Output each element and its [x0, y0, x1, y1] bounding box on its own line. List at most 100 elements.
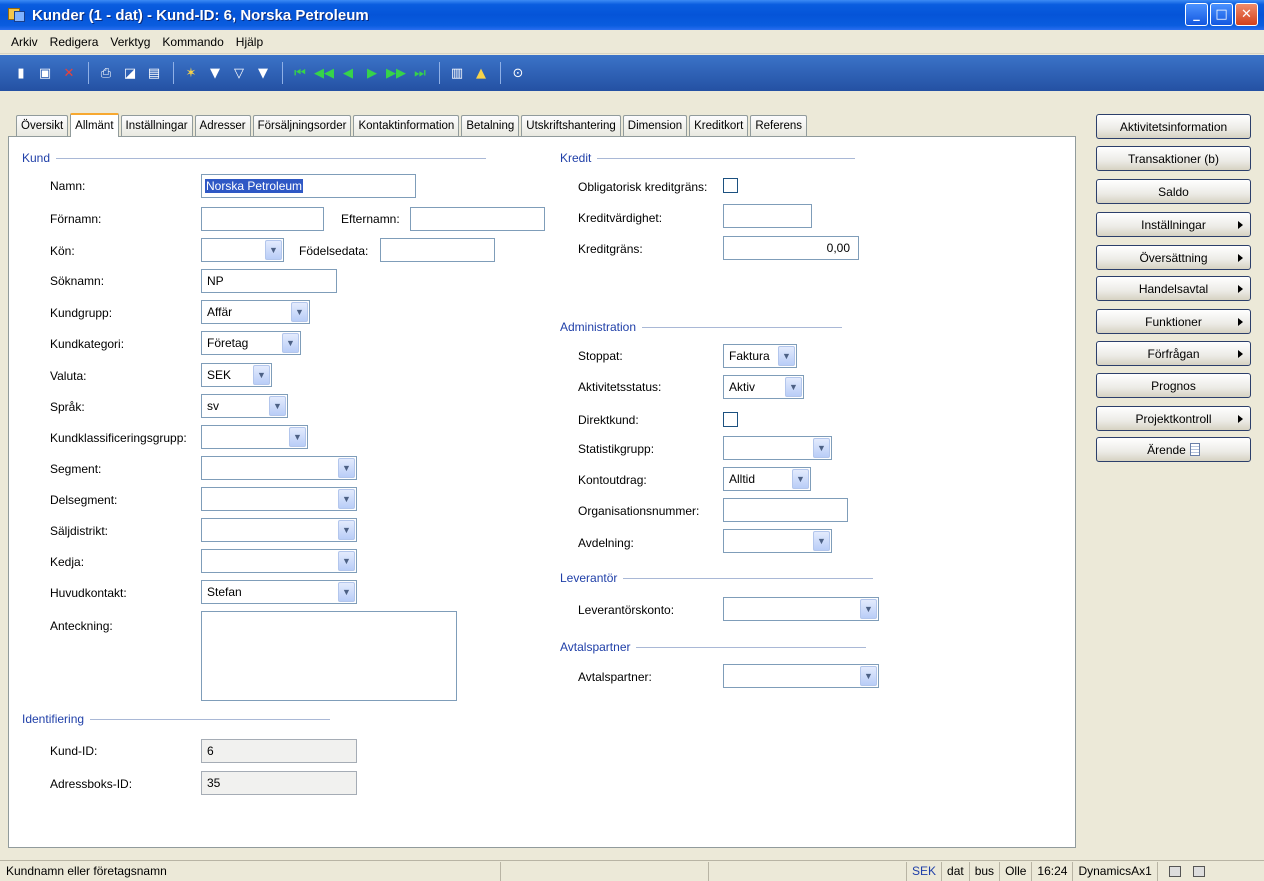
chevron-down-icon[interactable]: ▼ [813, 438, 830, 458]
kreditgrans-field[interactable]: 0,00 [723, 236, 859, 260]
chevron-down-icon[interactable]: ▼ [265, 240, 282, 260]
forfragan-button[interactable]: Förfrågan [1096, 341, 1251, 366]
menu-arkiv[interactable]: Arkiv [5, 35, 44, 49]
database-icon[interactable] [1168, 865, 1181, 877]
tab-referens[interactable]: Referens [750, 115, 807, 136]
help-icon[interactable]: ⊙ [507, 62, 529, 84]
menu-hjalp[interactable]: Hjälp [230, 35, 269, 49]
chevron-down-icon[interactable]: ▼ [860, 666, 877, 686]
remove-filter-icon[interactable]: ▼ [252, 62, 274, 84]
handelsavtal-button[interactable]: Handelsavtal [1096, 276, 1251, 301]
namn-field[interactable]: Norska Petroleum [201, 174, 416, 198]
segment-combo[interactable]: ▼ [201, 456, 357, 480]
print-preview-icon[interactable]: ◪ [119, 62, 141, 84]
chevron-down-icon[interactable]: ▼ [860, 599, 877, 619]
chevron-down-icon[interactable]: ▼ [338, 458, 355, 478]
tab-utskriftshantering[interactable]: Utskriftshantering [521, 115, 621, 136]
kreditvardighet-field[interactable] [723, 204, 812, 228]
group-leverantor: Leverantör [560, 571, 874, 585]
tab-dimension[interactable]: Dimension [622, 115, 688, 136]
statistikgrupp-combo[interactable]: ▼ [723, 436, 832, 460]
arende-button[interactable]: Ärende [1096, 437, 1251, 462]
kundkategori-combo[interactable]: Företag ▼ [201, 331, 301, 355]
valuta-combo[interactable]: SEK ▼ [201, 363, 272, 387]
previous-page-icon[interactable]: ◀◀ [313, 62, 335, 84]
menu-verktyg[interactable]: Verktyg [104, 35, 156, 49]
chevron-down-icon[interactable]: ▼ [338, 520, 355, 540]
efternamn-field[interactable] [410, 207, 545, 231]
print-icon[interactable]: ⎙ [95, 62, 117, 84]
organisationsnummer-field[interactable] [723, 498, 848, 522]
avtalspartner-combo[interactable]: ▼ [723, 664, 879, 688]
kundklass-combo[interactable]: ▼ [201, 425, 308, 449]
maximize-button[interactable]: □ [1210, 3, 1233, 26]
first-record-icon[interactable]: ⏮ [289, 62, 311, 84]
tab-kontaktinformation[interactable]: Kontaktinformation [353, 115, 460, 136]
previous-record-icon[interactable]: ◀ [337, 62, 359, 84]
delete-icon[interactable]: ✕ [58, 62, 80, 84]
chevron-down-icon[interactable]: ▼ [291, 302, 308, 322]
document-handling-icon[interactable]: ▥ [446, 62, 468, 84]
minimize-button[interactable]: _ [1185, 3, 1208, 26]
document-icon [1189, 443, 1200, 456]
last-record-icon[interactable]: ⏭ [409, 62, 431, 84]
chevron-down-icon[interactable]: ▼ [289, 427, 306, 447]
delsegment-combo[interactable]: ▼ [201, 487, 357, 511]
transaktioner-button[interactable]: Transaktioner (b) [1096, 146, 1251, 171]
menu-kommando[interactable]: Kommando [156, 35, 229, 49]
tab-oversikt[interactable]: Översikt [16, 115, 69, 136]
advanced-filter-icon[interactable]: ▽ [228, 62, 250, 84]
filter-by-selection-icon[interactable]: ✶ [180, 62, 202, 84]
fodelsedata-field[interactable] [380, 238, 495, 262]
tab-forsaljningsorder[interactable]: Försäljningsorder [252, 115, 352, 136]
chevron-down-icon[interactable]: ▼ [253, 365, 270, 385]
funktioner-button[interactable]: Funktioner [1096, 309, 1251, 334]
tab-betalning[interactable]: Betalning [461, 115, 520, 136]
prognos-button[interactable]: Prognos [1096, 373, 1251, 398]
saljdistrikt-combo[interactable]: ▼ [201, 518, 357, 542]
new-record-icon[interactable]: ▮ [10, 62, 32, 84]
alert-icon[interactable]: ▲ [470, 62, 492, 84]
next-page-icon[interactable]: ▶▶ [385, 62, 407, 84]
chevron-down-icon[interactable]: ▼ [792, 469, 809, 489]
tab-installningar[interactable]: Inställningar [120, 115, 193, 136]
session-icon[interactable] [1192, 865, 1205, 877]
close-button[interactable]: ✕ [1235, 3, 1258, 26]
next-record-icon[interactable]: ▶ [361, 62, 383, 84]
kedja-combo[interactable]: ▼ [201, 549, 357, 573]
kundgrupp-combo[interactable]: Affär ▼ [201, 300, 310, 324]
soknamn-field[interactable]: NP [201, 269, 337, 293]
chevron-down-icon[interactable]: ▼ [338, 582, 355, 602]
sprak-combo[interactable]: sv ▼ [201, 394, 288, 418]
huvudkontakt-combo[interactable]: Stefan ▼ [201, 580, 357, 604]
tab-adresser[interactable]: Adresser [194, 115, 251, 136]
chevron-down-icon[interactable]: ▼ [269, 396, 286, 416]
chevron-down-icon[interactable]: ▼ [785, 377, 802, 397]
chevron-down-icon[interactable]: ▼ [338, 489, 355, 509]
projektkontroll-button[interactable]: Projektkontroll [1096, 406, 1251, 431]
saldo-button[interactable]: Saldo [1096, 179, 1251, 204]
oversattning-button[interactable]: Översättning [1096, 245, 1251, 270]
stoppat-combo[interactable]: Faktura ▼ [723, 344, 797, 368]
filter-icon[interactable]: ▼ [204, 62, 226, 84]
avdelning-combo[interactable]: ▼ [723, 529, 832, 553]
tab-kreditkort[interactable]: Kreditkort [689, 115, 749, 136]
aktivitetsstatus-combo[interactable]: Aktiv ▼ [723, 375, 804, 399]
installningar-button[interactable]: Inställningar [1096, 212, 1251, 237]
tab-allmant[interactable]: Allmänt [70, 113, 119, 137]
fornamn-field[interactable] [201, 207, 324, 231]
export-icon[interactable]: ▤ [143, 62, 165, 84]
chevron-down-icon[interactable]: ▼ [338, 551, 355, 571]
chevron-down-icon[interactable]: ▼ [778, 346, 795, 366]
leverantorskonto-combo[interactable]: ▼ [723, 597, 879, 621]
aktivitetsinformation-button[interactable]: Aktivitetsinformation [1096, 114, 1251, 139]
anteckning-textarea[interactable] [201, 611, 457, 701]
chevron-down-icon[interactable]: ▼ [813, 531, 830, 551]
kontoutdrag-combo[interactable]: Alltid ▼ [723, 467, 811, 491]
menu-redigera[interactable]: Redigera [44, 35, 105, 49]
chevron-down-icon[interactable]: ▼ [282, 333, 299, 353]
oblig-kreditgrans-checkbox[interactable] [723, 178, 738, 193]
save-icon[interactable]: ▣ [34, 62, 56, 84]
kon-combo[interactable]: ▼ [201, 238, 284, 262]
direktkund-checkbox[interactable] [723, 412, 738, 427]
